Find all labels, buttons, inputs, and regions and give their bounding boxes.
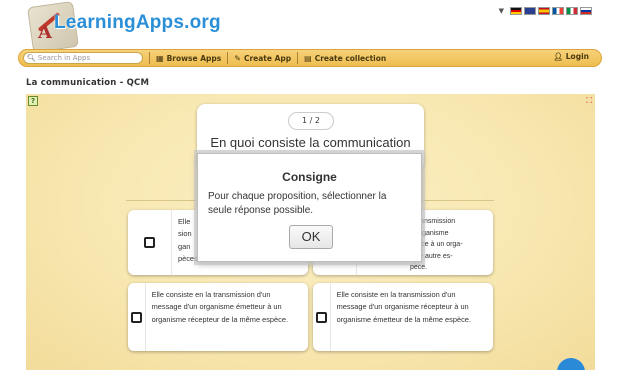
search-icon: 🔍︎ (27, 54, 36, 62)
answer-checkbox[interactable] (130, 311, 142, 323)
collection-icon: ▤ (304, 53, 312, 63)
create-collection-label: Create collection (314, 53, 387, 63)
browse-apps-label: Browse Apps (166, 53, 222, 63)
create-app-label: Create App (243, 53, 292, 63)
help-icon[interactable]: ? (28, 96, 38, 106)
create-app-link[interactable]: ✎ Create App (234, 54, 291, 63)
fullscreen-icon[interactable]: ⛶ (586, 96, 592, 106)
search-input[interactable] (37, 54, 138, 62)
nav-bar: 🔍︎ ▦ Browse Apps ✎ Create App ▤ Create c… (18, 49, 602, 67)
nav-separator (297, 52, 299, 64)
logo-letter: A (38, 22, 52, 43)
flag-es-icon[interactable] (538, 7, 550, 15)
search-box[interactable]: 🔍︎ (23, 52, 143, 64)
login-link[interactable]: 👤︎ Login (553, 52, 589, 61)
nav-separator (149, 52, 150, 64)
create-collection-link[interactable]: ▤ Create collection (304, 54, 386, 63)
browse-apps-link[interactable]: ▦ Browse Apps (156, 54, 221, 63)
caret-down-icon: ▼ (498, 7, 504, 15)
nav-separator (227, 52, 229, 64)
answer-checkbox[interactable] (144, 237, 155, 248)
instructions-dialog: Consigne Pour chaque proposition, sélect… (197, 153, 422, 262)
logo-text: LearningApps.org (54, 12, 221, 33)
flag-it-icon[interactable] (566, 7, 578, 15)
pencil-icon: ✎ (234, 53, 241, 63)
language-selector[interactable]: ▼ (499, 7, 592, 15)
question-counter: 1 / 2 (288, 112, 334, 130)
checkbox-cell (128, 283, 146, 351)
checkbox-cell (128, 210, 172, 275)
login-label: Login (565, 52, 589, 61)
answer-text: Elle consiste en la transmission d'un me… (151, 290, 288, 324)
answer-card-4[interactable]: Elle consiste en la transmission d'un me… (313, 283, 493, 351)
question-text: En quoi consiste la communication (210, 135, 411, 150)
user-icon: 👤︎ (553, 52, 563, 61)
grid-icon: ▦ (156, 53, 164, 63)
answer-card-3[interactable]: Elle consiste en la transmission d'un me… (128, 283, 308, 351)
flag-ru-icon[interactable] (580, 7, 592, 15)
answer-text: Elle consiste en la transmission d'un me… (336, 290, 471, 324)
checkbox-cell (313, 283, 331, 351)
logo[interactable]: A LearningApps.org (26, 1, 226, 53)
flag-en-icon[interactable] (524, 7, 536, 15)
dialog-body: Pour chaque proposition, sélectionner la… (208, 191, 387, 216)
flag-fr-icon[interactable] (552, 7, 564, 15)
dialog-title: Consigne (282, 170, 337, 184)
page-title: La communication - QCM (26, 78, 150, 88)
answer-checkbox[interactable] (315, 311, 327, 323)
flag-de-icon[interactable] (510, 7, 522, 15)
ok-button[interactable]: OK (289, 225, 333, 249)
